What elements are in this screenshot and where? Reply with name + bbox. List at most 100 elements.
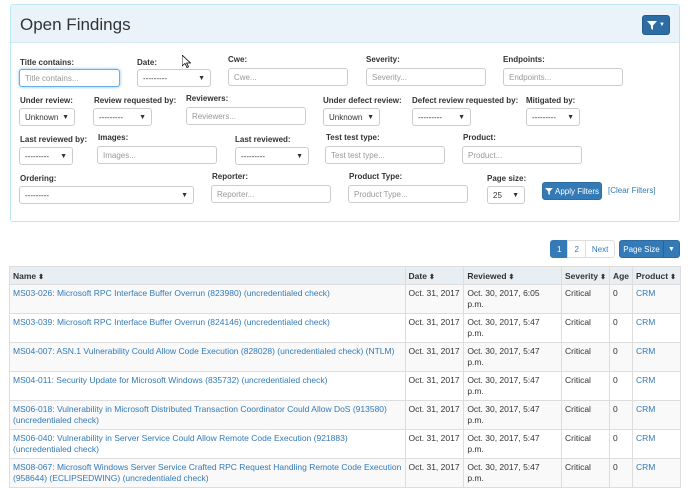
finding-name-link[interactable]: MS04-011: Security Update for Microsoft … (13, 375, 328, 385)
next-page-button[interactable]: Next (584, 240, 616, 258)
review-requested-by-value: --------- (99, 112, 123, 122)
endpoints-input[interactable] (503, 68, 623, 86)
table-row: MS03-039: Microsoft RPC Interface Buffer… (9, 313, 681, 343)
table-row: MS06-018: Vulnerability in Microsoft Dis… (9, 400, 681, 430)
product-input[interactable] (462, 146, 582, 164)
mitigated-by-value: --------- (532, 112, 556, 122)
ordering-select[interactable]: --------- ▼ (19, 186, 194, 204)
column-header-age[interactable]: Age (608, 266, 634, 285)
under-defect-review-select[interactable]: Unknown ▼ (323, 108, 380, 126)
finding-product-link[interactable]: CRM (636, 288, 655, 298)
finding-name-link[interactable]: MS06-040: Vulnerability in Server Servic… (13, 433, 348, 454)
finding-product-link[interactable]: CRM (636, 346, 655, 356)
reporter-label: Reporter: (212, 172, 249, 181)
caret-down-icon: ▼ (139, 113, 146, 121)
finding-name-link[interactable]: MS03-039: Microsoft RPC Interface Buffer… (13, 317, 330, 327)
column-header-name[interactable]: Name ⬍ (9, 266, 406, 285)
table-row: MS03-026: Microsoft RPC Interface Buffer… (9, 284, 681, 314)
finding-age: 0 (608, 458, 634, 488)
clear-filters-link[interactable]: [Clear Filters] (608, 186, 656, 195)
finding-severity: Critical (560, 313, 610, 343)
table-header-row: Name ⬍ Date ⬍ Reviewed ⬍ Severity ⬍ Age Prod… (9, 266, 681, 285)
title-contains-input[interactable] (19, 69, 120, 87)
ordering-label: Ordering: (20, 174, 57, 183)
under-review-select[interactable]: Unknown ▼ (19, 108, 75, 126)
filter-icon (647, 20, 658, 30)
finding-name-link[interactable]: MS06-018: Vulnerability in Microsoft Dis… (13, 404, 387, 425)
review-requested-by-select[interactable]: --------- ▼ (93, 108, 152, 126)
caret-down-icon[interactable]: ▼ (663, 241, 679, 257)
table-row: MS08-067: Microsoft Windows Server Servi… (9, 458, 681, 488)
caret-down-icon: ▼ (367, 113, 374, 121)
images-label: Images: (98, 133, 129, 142)
last-reviewed-value: --------- (241, 151, 265, 161)
last-reviewed-by-select[interactable]: --------- ▼ (19, 147, 73, 165)
finding-reviewed: Oct. 30, 2017, 5:47 p.m. (463, 342, 562, 372)
finding-product-link[interactable]: CRM (636, 375, 655, 385)
severity-input[interactable] (366, 68, 486, 86)
mitigated-by-select[interactable]: --------- ▼ (526, 108, 580, 126)
filter-toggle-button[interactable]: ▼ (642, 15, 670, 35)
date-select[interactable]: --------- ▼ (137, 69, 211, 87)
page-size-label: Page size: (487, 174, 527, 183)
last-reviewed-select[interactable]: --------- ▼ (235, 147, 309, 165)
defect-review-requested-by-select[interactable]: --------- ▼ (412, 108, 471, 126)
finding-date: Oct. 31, 2017 (404, 313, 465, 343)
finding-reviewed: Oct. 30, 2017, 5:47 p.m. (463, 458, 562, 488)
finding-name-link[interactable]: MS03-026: Microsoft RPC Interface Buffer… (13, 288, 330, 298)
under-defect-review-value: Unknown (329, 112, 363, 122)
caret-down-icon: ▼ (198, 74, 205, 82)
finding-product-link[interactable]: CRM (636, 433, 655, 443)
finding-date: Oct. 31, 2017 (404, 429, 465, 459)
column-header-date[interactable]: Date ⬍ (404, 266, 465, 285)
review-requested-by-label: Review requested by: (94, 96, 177, 105)
pagination: 1 2 Next (550, 240, 616, 258)
reviewers-input[interactable] (186, 107, 306, 125)
title-contains-label: Title contains: (20, 58, 75, 67)
sort-icon: ⬍ (508, 273, 515, 281)
reporter-input[interactable] (211, 185, 331, 203)
column-header-severity[interactable]: Severity ⬍ (560, 266, 610, 285)
column-header-reviewed[interactable]: Reviewed ⬍ (463, 266, 562, 285)
page-size-button[interactable]: Page Size ▼ (619, 240, 680, 258)
defect-review-requested-by-label: Defect review requested by: (412, 96, 519, 105)
finding-age: 0 (608, 313, 634, 343)
reviewers-label: Reviewers: (186, 94, 229, 103)
images-input[interactable] (97, 146, 217, 164)
finding-age: 0 (608, 400, 634, 430)
finding-severity: Critical (560, 284, 610, 314)
caret-down-icon: ▼ (567, 113, 574, 121)
caret-down-icon: ▼ (62, 113, 69, 121)
under-defect-review-label: Under defect review: (323, 96, 402, 105)
caret-down-icon: ▼ (296, 152, 303, 160)
finding-reviewed: Oct. 30, 2017, 6:05 p.m. (463, 284, 562, 314)
finding-severity: Critical (560, 400, 610, 430)
finding-age: 0 (608, 342, 634, 372)
product-label: Product: (463, 133, 496, 142)
finding-age: 0 (608, 284, 634, 314)
apply-filters-button[interactable]: Apply Filters (542, 182, 602, 200)
finding-name-link[interactable]: MS04-007: ASN.1 Vulnerability Could Allo… (13, 346, 394, 356)
finding-reviewed: Oct. 30, 2017, 5:47 p.m. (463, 400, 562, 430)
filter-icon (545, 187, 553, 195)
product-type-label: Product Type: (349, 172, 403, 181)
page-title: Open Findings (20, 15, 131, 34)
page-size-select[interactable]: 25 ▼ (487, 186, 525, 204)
page-2-button[interactable]: 2 (567, 240, 586, 258)
finding-product-link[interactable]: CRM (636, 317, 655, 327)
table-row: MS06-040: Vulnerability in Server Servic… (9, 429, 681, 459)
finding-product-link[interactable]: CRM (636, 404, 655, 414)
finding-age: 0 (608, 371, 634, 401)
cwe-input[interactable] (228, 68, 348, 86)
finding-date: Oct. 31, 2017 (404, 284, 465, 314)
column-header-product[interactable]: Product ⬍ (632, 266, 681, 285)
mouse-cursor-icon (182, 55, 191, 68)
finding-reviewed: Oct. 30, 2017, 5:47 p.m. (463, 313, 562, 343)
page-1-button[interactable]: 1 (550, 240, 569, 258)
finding-product-link[interactable]: CRM (636, 462, 655, 472)
product-type-input[interactable] (348, 185, 468, 203)
test-test-type-input[interactable] (325, 146, 445, 164)
finding-reviewed: Oct. 30, 2017, 5:47 p.m. (463, 429, 562, 459)
finding-severity: Critical (560, 429, 610, 459)
table-row: MS04-011: Security Update for Microsoft … (9, 371, 681, 401)
